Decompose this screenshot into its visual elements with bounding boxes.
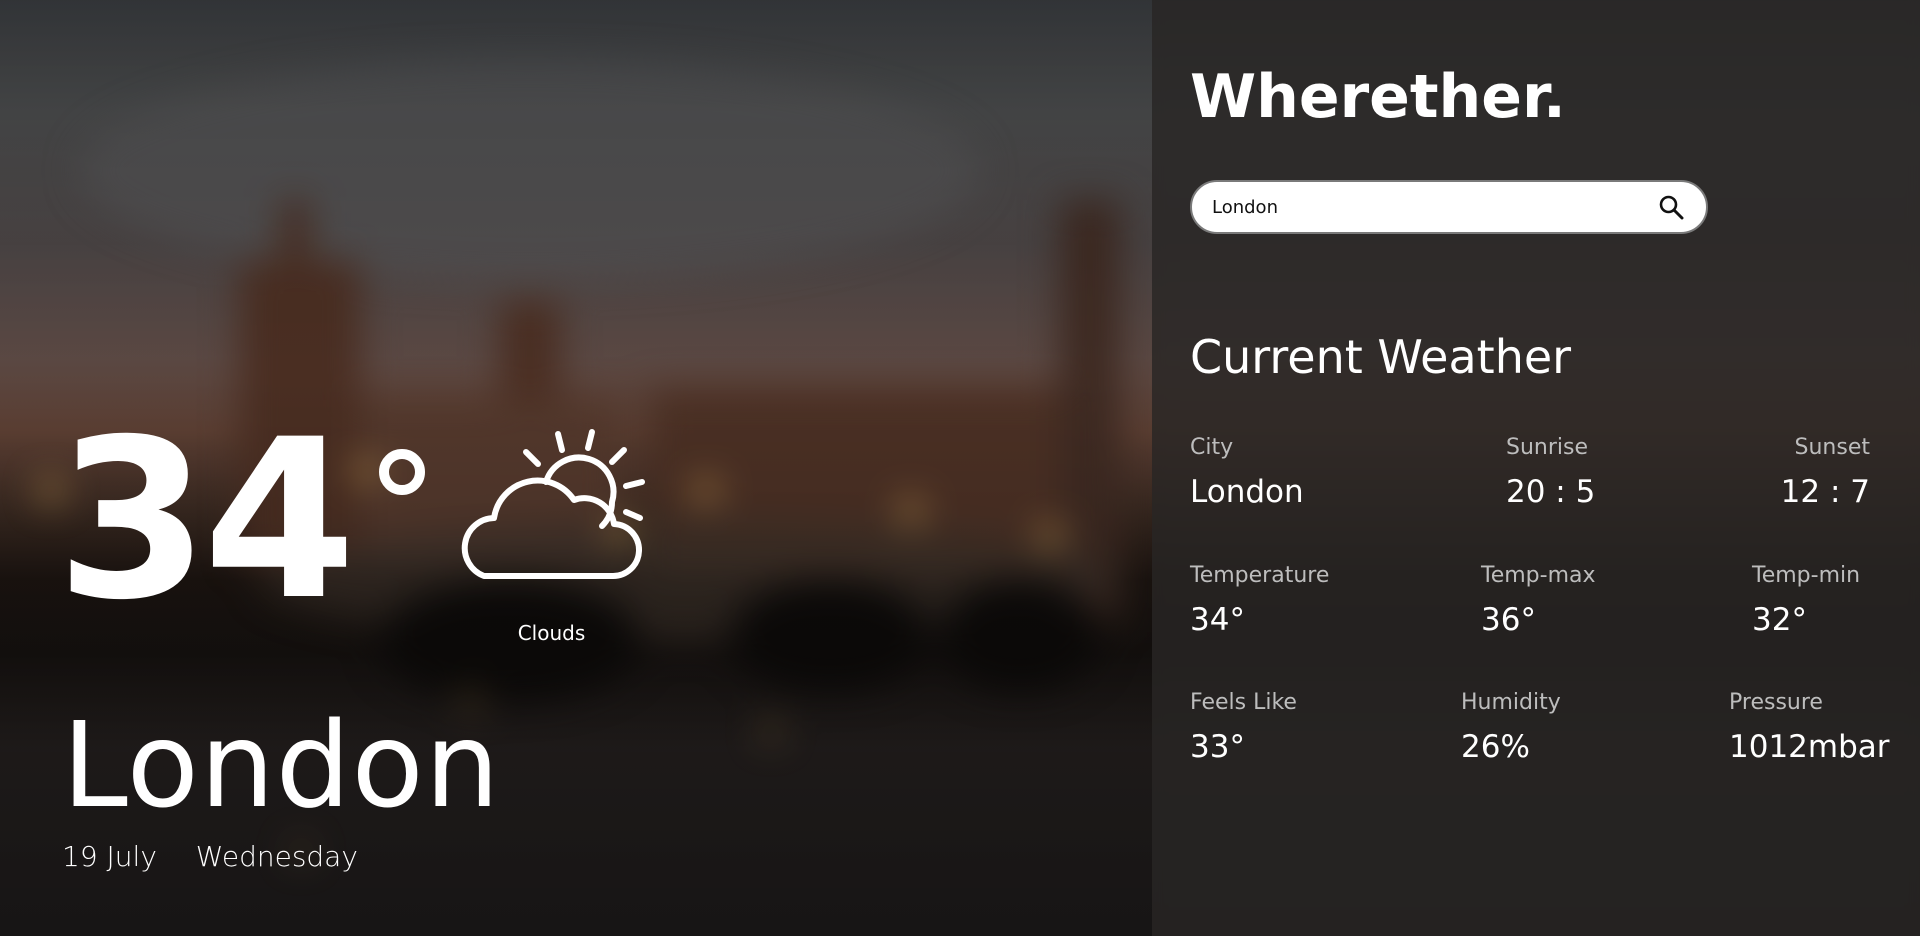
date-row: 19 July Wednesday xyxy=(62,840,358,873)
stat-label: Sunset xyxy=(1794,435,1870,460)
weekday-text: Wednesday xyxy=(195,840,358,873)
stat-sunset: Sunset 12 : 7 xyxy=(1781,435,1870,510)
stat-value: 34° xyxy=(1190,602,1245,638)
stat-label: City xyxy=(1190,435,1234,460)
stat-label: Pressure xyxy=(1729,690,1823,715)
stat-value: 33° xyxy=(1190,729,1245,765)
search-box[interactable] xyxy=(1190,180,1708,234)
stat-sunrise: Sunrise 20 : 5 xyxy=(1506,435,1595,510)
stat-city: City London xyxy=(1190,435,1304,510)
current-weather-title: Current Weather xyxy=(1190,330,1572,384)
stat-value: 1012mbar xyxy=(1729,729,1890,765)
stat-temp-max: Temp-max 36° xyxy=(1481,563,1596,638)
stat-label: Temperature xyxy=(1190,563,1330,588)
details-panel: Wherether. Current Weather City London S… xyxy=(1152,0,1920,936)
hero-city: London xyxy=(62,696,501,834)
stat-temperature: Temperature 34° xyxy=(1190,563,1329,638)
stat-humidity: Humidity 26% xyxy=(1461,690,1561,765)
search-icon[interactable] xyxy=(1658,194,1684,220)
stat-label: Temp-min xyxy=(1752,563,1861,588)
stat-value: 36° xyxy=(1481,602,1536,638)
app-logo: Wherether. xyxy=(1190,62,1566,132)
degree-symbol xyxy=(379,449,425,495)
search-input[interactable] xyxy=(1212,182,1642,232)
stat-value: 26% xyxy=(1461,729,1530,765)
stat-temp-min: Temp-min 32° xyxy=(1752,563,1860,638)
stat-feels-like: Feels Like 33° xyxy=(1190,690,1297,765)
stat-label: Humidity xyxy=(1461,690,1561,715)
stat-value: 20 : 5 xyxy=(1506,474,1596,510)
hero-section: 34 Clouds London 19 July Wednesday xyxy=(0,0,1152,936)
stat-label: Temp-max xyxy=(1481,563,1596,588)
partly-cloudy-icon xyxy=(461,429,645,580)
stat-value: London xyxy=(1190,474,1304,510)
stat-label: Feels Like xyxy=(1190,690,1297,715)
hero-temperature: 34 xyxy=(56,392,356,648)
date-text: 19 July xyxy=(62,840,157,873)
stat-pressure: Pressure 1012mbar xyxy=(1729,690,1890,765)
stat-label: Sunrise xyxy=(1506,435,1589,460)
weather-condition: Clouds xyxy=(517,621,586,645)
stat-value: 12 : 7 xyxy=(1780,474,1870,510)
stat-value: 32° xyxy=(1752,602,1807,638)
